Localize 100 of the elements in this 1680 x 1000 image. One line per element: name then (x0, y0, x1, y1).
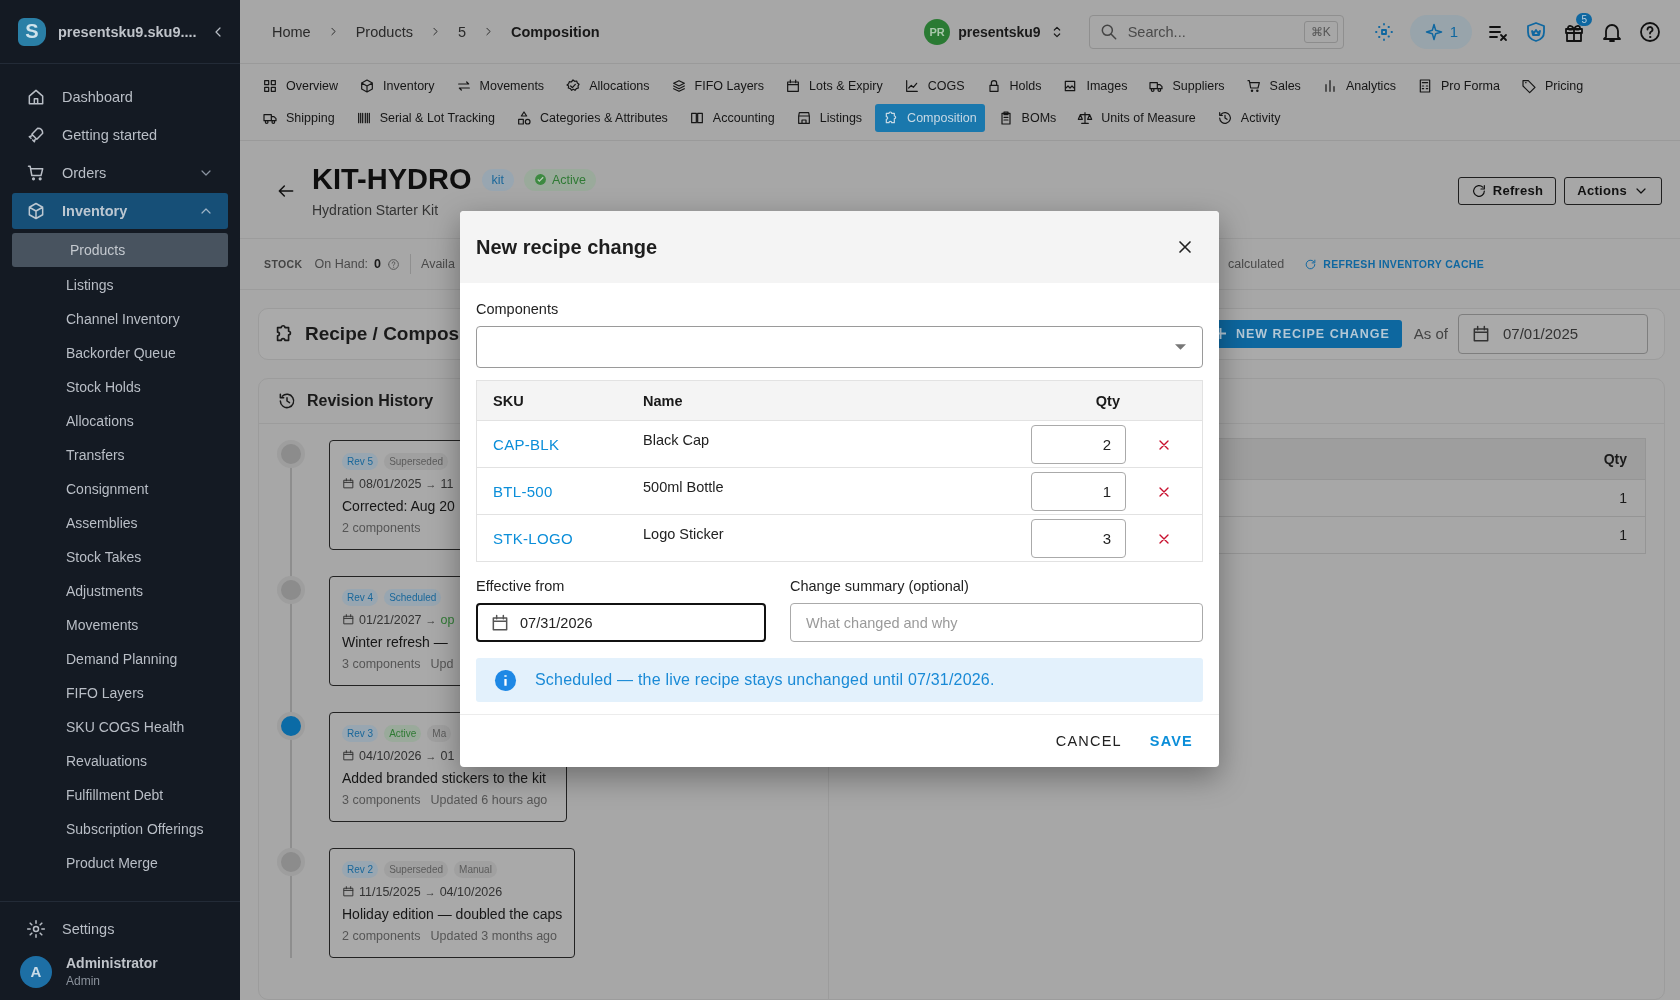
tab[interactable]: Suppliers (1140, 72, 1233, 100)
grid-icon (262, 78, 278, 94)
barcode-icon (355, 110, 372, 126)
tab[interactable]: Holds (977, 72, 1050, 100)
arrow-icon: → (424, 885, 436, 898)
date-to: 01 (440, 748, 455, 763)
swap-arrows-icon (455, 78, 472, 94)
tag-icon (1520, 78, 1537, 94)
tab[interactable]: Allocations (557, 72, 658, 100)
refresh-button[interactable]: Refresh (1457, 176, 1557, 205)
date-from: 08/01/2025 (359, 476, 422, 491)
revision-chip: Rev 3 (342, 724, 379, 742)
tab[interactable]: COGS (895, 72, 973, 100)
date-from: 01/21/2027 (359, 612, 422, 627)
sidebar-item[interactable]: Revaluations (12, 744, 228, 778)
actions-button[interactable]: Actions (1564, 176, 1662, 205)
calendar-icon (342, 885, 355, 899)
calendar-icon (342, 613, 355, 627)
tab[interactable]: Activity (1208, 104, 1289, 132)
qty-field[interactable]: 2 (1031, 424, 1126, 464)
tab[interactable]: Movements (447, 72, 553, 100)
sidebar-item[interactable]: Orders (12, 155, 228, 191)
revision-history-title: Revision History (307, 391, 434, 410)
change-summary-field[interactable]: What changed and why (790, 603, 1203, 642)
tab[interactable]: Units of Measure (1069, 104, 1204, 132)
breadcrumb-link[interactable]: Home (272, 23, 311, 40)
sidebar-item[interactable]: FIFO Layers (12, 676, 228, 710)
as-of-date-field[interactable]: 07/01/2025 (1458, 313, 1648, 354)
sidebar-item[interactable]: Transfers (12, 438, 228, 472)
save-button[interactable]: SAVE (1139, 725, 1203, 757)
sidebar-item[interactable]: Products (12, 233, 228, 267)
revision-chip: Rev 4 (342, 588, 379, 606)
tab[interactable]: Shipping (254, 104, 343, 132)
arrow-icon: → (425, 749, 437, 762)
sidebar-item[interactable]: Listings (12, 268, 228, 302)
shield-icon[interactable] (1524, 19, 1548, 44)
component-count: 2 components (342, 928, 421, 943)
refresh-icon (1470, 182, 1487, 199)
components-label: Components (476, 301, 560, 317)
settings-icon (26, 919, 46, 939)
sidebar-item[interactable]: Fulfillment Debt (12, 778, 228, 812)
sidebar-item[interactable]: Adjustments (12, 574, 228, 608)
tab[interactable]: Accounting (680, 104, 783, 132)
date-to: 11 (440, 476, 454, 491)
effective-date-field[interactable]: 07/31/2026 (476, 603, 766, 642)
breadcrumb-link[interactable]: Products (355, 23, 413, 40)
tab[interactable]: Images (1054, 72, 1136, 100)
column-header: Qty (1020, 380, 1126, 421)
tab[interactable]: Lots & Expiry (777, 72, 891, 100)
sidebar-item[interactable]: Dashboard (12, 79, 228, 115)
help-icon[interactable] (1638, 19, 1662, 44)
tab[interactable]: Sales (1237, 72, 1309, 100)
settings-item[interactable]: Settings (12, 911, 228, 947)
tab[interactable]: Analytics (1313, 72, 1404, 100)
sidebar-item[interactable]: Movements (12, 608, 228, 642)
tab[interactable]: Categories & Attributes (508, 104, 676, 132)
layers-icon (670, 78, 687, 94)
sidebar-item[interactable]: Stock Holds (12, 370, 228, 404)
source-chip: Manual (454, 860, 497, 878)
qty-field[interactable]: 3 (1031, 518, 1126, 558)
calendar-icon (785, 78, 802, 94)
status-chip: Superseded (384, 452, 449, 470)
sparkle-icon (1423, 21, 1444, 42)
sidebar-item[interactable]: Demand Planning (12, 642, 228, 676)
component-count: 3 components (342, 656, 421, 671)
calculated-label: calculated (1227, 257, 1285, 271)
tab[interactable]: Inventory (351, 72, 443, 100)
sidebar-item[interactable]: Backorder Queue (12, 336, 228, 370)
sidebar-item[interactable]: Subscription Offerings (12, 812, 228, 846)
change-summary-label: Change summary (optional) (790, 578, 970, 594)
org-switcher[interactable]: PR presentsku9 (924, 18, 1065, 45)
sidebar-item[interactable]: Channel Inventory (12, 302, 228, 336)
shapes-icon (516, 110, 532, 126)
tab[interactable]: FIFO Layers (662, 72, 773, 100)
available-label: Availa (421, 257, 455, 271)
type-chip: kit (481, 168, 514, 191)
revision-card[interactable]: Rev 2 Superseded Manual 11/15/2025 → 04/10/2026 Holiday edition — doubled the caps 2 components Updated 3 months ago (329, 847, 576, 958)
status-chip: Superseded (384, 860, 449, 878)
table-cell: 1 (1485, 516, 1646, 554)
sku-link[interactable]: BTL-500 (493, 482, 553, 500)
cancel-button[interactable]: CANCEL (1045, 725, 1132, 757)
sidebar-item[interactable]: Getting started (12, 117, 228, 153)
sidebar-item[interactable]: Inventory (12, 193, 228, 229)
sidebar-item[interactable]: Allocations (12, 404, 228, 438)
sidebar-item[interactable]: SKU COGS Health (12, 710, 228, 744)
tab[interactable]: Overview (254, 72, 347, 100)
sidebar-item[interactable]: Stock Takes (12, 540, 228, 574)
component-select[interactable] (476, 326, 1203, 368)
tab[interactable]: BOMs (989, 104, 1065, 132)
tab[interactable]: Serial & Lot Tracking (347, 104, 503, 132)
tab[interactable]: Pricing (1512, 72, 1592, 100)
qty-field[interactable]: 1 (1031, 471, 1126, 511)
breadcrumb-link[interactable]: 5 (457, 23, 466, 40)
on-hand-value: 0 (374, 257, 382, 271)
tab[interactable]: Pro Forma (1408, 72, 1508, 100)
sidebar-item[interactable]: Product Merge (12, 846, 228, 880)
user-avatar[interactable]: A (20, 955, 52, 988)
tab[interactable]: Listings (787, 104, 871, 132)
sidebar-item[interactable]: Consignment (12, 472, 228, 506)
sidebar-item[interactable]: Assemblies (12, 506, 228, 540)
